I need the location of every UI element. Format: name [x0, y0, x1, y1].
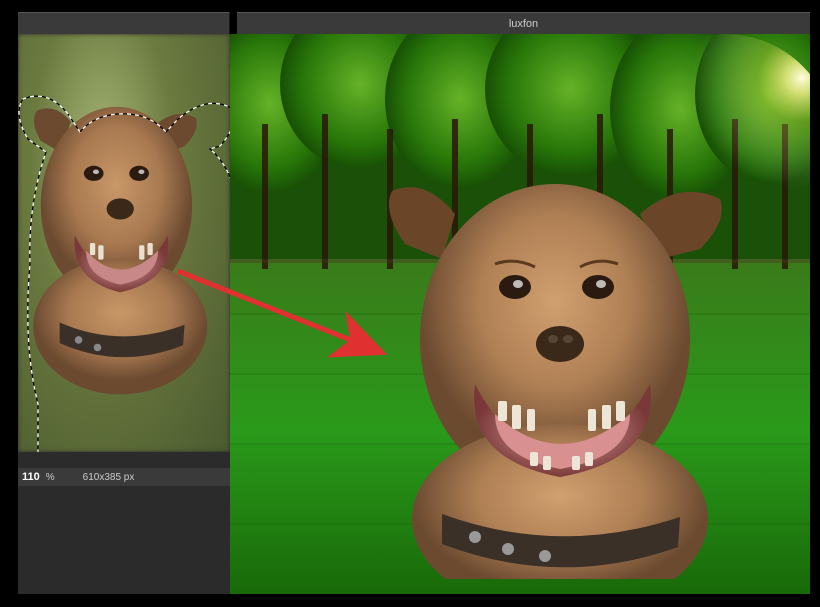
tab-label: luxfon — [509, 18, 538, 30]
tab-source-image[interactable] — [18, 12, 230, 34]
target-canvas[interactable] — [230, 34, 810, 594]
canvas-area: 110 % 610x385 px — [18, 34, 810, 594]
zoom-unit: % — [46, 472, 55, 483]
source-canvas[interactable]: 110 % 610x385 px — [18, 34, 230, 594]
tab-bar: luxfon — [0, 12, 820, 34]
canvas-dimensions: 610x385 px — [83, 472, 135, 483]
status-bar: 110 % 610x385 px — [18, 468, 230, 486]
tab-target-image[interactable]: luxfon — [237, 12, 810, 34]
source-image — [18, 34, 230, 452]
zoom-value[interactable]: 110 — [22, 471, 40, 483]
dog-pasted[interactable] — [380, 159, 740, 579]
dog-subject — [18, 34, 230, 452]
